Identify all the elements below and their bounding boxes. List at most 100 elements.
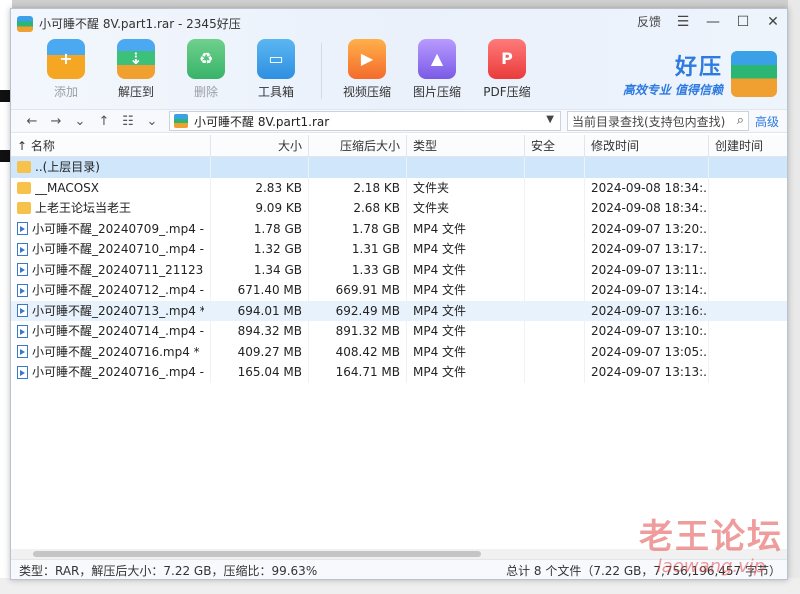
packed-size-cell: 164.71 MB xyxy=(309,362,407,383)
forward-arrow-icon[interactable]: → xyxy=(49,114,63,129)
column-security[interactable]: 安全 xyxy=(525,135,585,157)
desktop-background-bottom xyxy=(0,578,800,594)
file-name: 上老王论坛当老王 xyxy=(35,201,132,215)
table-row[interactable]: 小可睡不醒_20240711_21123... 1.34 GB 1.33 GB MP4… xyxy=(11,259,787,280)
maximize-icon[interactable]: ☐ xyxy=(735,14,751,30)
created-cell xyxy=(709,198,787,219)
file-name: 小可睡不醒_20240709_.mp4 -... xyxy=(32,221,204,236)
video-file-icon xyxy=(17,365,28,379)
file-name: 小可睡不醒_20240714_.mp4 -... xyxy=(32,324,204,338)
search-icon[interactable]: ⌕ xyxy=(737,113,744,128)
name-cell: __MACOSX xyxy=(11,177,211,198)
hamburger-icon[interactable]: ☰ xyxy=(675,14,691,30)
desktop-background-right xyxy=(788,0,800,594)
image-compress-button[interactable]: ▲ 图片压缩 xyxy=(402,39,472,100)
view-dropdown-icon[interactable]: ⌄ xyxy=(145,114,159,129)
security-cell xyxy=(525,259,585,280)
folder-icon xyxy=(17,181,31,194)
delete-button[interactable]: ♻ 删除 xyxy=(171,39,241,100)
search-input[interactable]: 当前目录查找(支持包内查找) ⌕ xyxy=(567,111,749,131)
archive-icon xyxy=(174,114,188,128)
created-cell xyxy=(709,362,787,383)
table-row[interactable]: 小可睡不醒_20240710_.mp4 -... 1.32 GB 1.31 GB MP… xyxy=(11,239,787,260)
table-row[interactable]: 小可睡不醒_20240716.mp4 * 409.27 MB 408.42 MB MP… xyxy=(11,341,787,362)
modified-cell: 2024-09-07 13:16:... xyxy=(585,300,709,321)
type-cell: MP4 文件 xyxy=(407,321,525,342)
toolbox-icon: ▭ xyxy=(257,39,295,79)
advanced-search-link[interactable]: 高级 xyxy=(755,113,779,130)
type-cell: 文件夹 xyxy=(407,177,525,198)
history-dropdown-icon[interactable]: ⌄ xyxy=(73,114,87,129)
image-compress-icon: ▲ xyxy=(418,39,456,79)
table-row[interactable]: 小可睡不醒_20240712_.mp4 -... 671.40 MB 669.91 … xyxy=(11,280,787,301)
extract-button[interactable]: ⇣ 解压到 xyxy=(101,39,171,100)
file-name: 小可睡不醒_20240710_.mp4 -... xyxy=(32,242,204,256)
close-icon[interactable]: ✕ xyxy=(765,14,781,30)
table-row[interactable]: 小可睡不醒_20240713_.mp4 * 694.01 MB 692.49 MB M… xyxy=(11,300,787,321)
minimize-icon[interactable]: — xyxy=(705,14,721,30)
video-file-icon xyxy=(17,222,28,236)
file-name: __MACOSX xyxy=(35,180,100,195)
modified-cell: 2024-09-07 13:14:... xyxy=(585,280,709,301)
packed-size-cell: 2.18 KB xyxy=(309,177,407,198)
path-dropdown-icon[interactable]: ▼ xyxy=(546,114,554,125)
column-created[interactable]: 创建时间 xyxy=(709,135,787,157)
file-table: ↑ 名称 大小 压缩后大小 类型 安全 修改时间 创建时间 ..(上层目录) __… xyxy=(11,135,787,549)
up-arrow-icon[interactable]: ↑ xyxy=(97,114,111,129)
size-cell: 671.40 MB xyxy=(211,280,309,301)
window-title: 小可睡不醒 8V.part1.rar - 2345好压 xyxy=(39,17,241,31)
table-row[interactable]: 小可睡不醒_20240714_.mp4 -... 894.32 MB 891.32 … xyxy=(11,321,787,342)
add-label: 添加 xyxy=(53,85,78,99)
security-cell xyxy=(525,321,585,342)
created-cell xyxy=(709,219,787,240)
column-size[interactable]: 大小 xyxy=(211,135,309,157)
column-modified[interactable]: 修改时间 xyxy=(585,135,709,157)
pdf-compress-icon: P xyxy=(488,39,526,79)
security-cell xyxy=(525,157,585,178)
table-row[interactable]: __MACOSX 2.83 KB 2.18 KB 文件夹 2024-09-08 18:3… xyxy=(11,177,787,198)
packed-size-cell: 1.31 GB xyxy=(309,239,407,260)
table-row[interactable]: 小可睡不醒_20240716_.mp4 -... 165.04 MB 164.71 … xyxy=(11,362,787,383)
toolbar-divider xyxy=(321,43,322,99)
file-name: 小可睡不醒_20240711_21123... xyxy=(32,262,204,277)
security-cell xyxy=(525,177,585,198)
back-arrow-icon[interactable]: ← xyxy=(25,114,39,129)
file-name: ..(上层目录) xyxy=(35,160,100,174)
type-cell: 文件夹 xyxy=(407,198,525,219)
video-file-icon xyxy=(17,324,28,338)
size-cell: 9.09 KB xyxy=(211,198,309,219)
path-field[interactable]: 小可睡不醒 8V.part1.rar ▼ xyxy=(169,111,561,131)
horizontal-scrollbar[interactable] xyxy=(11,549,787,559)
packed-size-cell: 1.33 GB xyxy=(309,259,407,280)
column-name[interactable]: ↑ 名称 xyxy=(11,135,211,157)
view-mode-icon[interactable]: ☷ xyxy=(121,114,135,129)
type-cell: MP4 文件 xyxy=(407,300,525,321)
scrollbar-thumb[interactable] xyxy=(33,551,481,557)
file-name: 小可睡不醒_20240716_.mp4 -... xyxy=(32,365,204,379)
brand-name: 好压 xyxy=(674,55,723,80)
packed-size-cell: 1.78 GB xyxy=(309,218,407,239)
feedback-link[interactable]: 反馈 xyxy=(637,13,661,30)
pdf-compress-button[interactable]: P PDF压缩 xyxy=(472,39,542,100)
brand-slogan: 高效专业 值得信赖 xyxy=(622,83,723,97)
recycle-icon: ♻ xyxy=(187,39,225,79)
status-archive-info: 类型：RAR，解压后大小：7.22 GB，压缩比：99.63% xyxy=(19,564,318,578)
toolbox-button[interactable]: ▭ 工具箱 xyxy=(241,39,311,100)
column-packed-size[interactable]: 压缩后大小 xyxy=(309,135,407,157)
size-cell: 1.78 GB xyxy=(211,218,309,239)
table-row[interactable]: ..(上层目录) xyxy=(11,157,787,178)
search-placeholder: 当前目录查找(支持包内查找) xyxy=(572,114,726,129)
type-cell: MP4 文件 xyxy=(407,280,525,301)
column-type[interactable]: 类型 xyxy=(407,135,525,157)
video-compress-label: 视频压缩 xyxy=(342,85,391,99)
table-row[interactable]: 上老王论坛当老王 9.09 KB 2.68 KB 文件夹 2024-09-08 18:3… xyxy=(11,198,787,219)
add-button[interactable]: + 添加 xyxy=(31,39,101,100)
table-row[interactable]: 小可睡不醒_20240709_.mp4 -... 1.78 GB 1.78 GB MP… xyxy=(11,218,787,240)
address-bar: ← → ⌄ ↑ ☷ ⌄ 小可睡不醒 8V.part1.rar ▼ 当前目录查找(… xyxy=(11,109,787,133)
status-bar: 类型：RAR，解压后大小：7.22 GB，压缩比：99.63% 总计 8 个文件… xyxy=(11,559,787,579)
file-name: 小可睡不醒_20240713_.mp4 * xyxy=(32,303,204,318)
modified-cell: 2024-09-08 18:34:... xyxy=(585,177,709,198)
name-cell: 小可睡不醒_20240714_.mp4 -... xyxy=(11,321,211,342)
video-compress-button[interactable]: ▶ 视频压缩 xyxy=(332,39,402,100)
status-file-total: 总计 8 个文件（7.22 GB，7,756,196,457 字节） xyxy=(506,564,781,578)
